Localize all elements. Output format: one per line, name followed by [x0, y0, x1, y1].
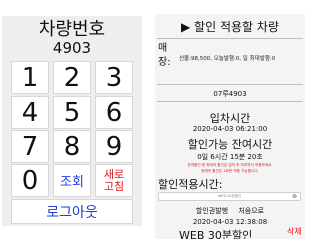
lookup-button[interactable]: 조회	[53, 164, 91, 197]
key-0[interactable]: 0	[11, 164, 49, 197]
discount-select-input[interactable]: WEB 30분할인 ⊗	[158, 192, 301, 201]
refresh-button[interactable]: 새로 고침	[95, 164, 133, 197]
applied-list-header: 할인권발행 처음으로	[155, 206, 305, 216]
refresh-label-line1: 새로	[103, 167, 125, 181]
go-first-link[interactable]: 처음으로	[238, 207, 264, 215]
key-7[interactable]: 7	[11, 130, 49, 163]
apply-time-label: 할인적용시간:	[158, 178, 223, 191]
store-info: 선불:98,500, 오늘발행:0, 일 최대발행:0	[179, 56, 276, 62]
plate-number-display: 4903	[52, 39, 92, 57]
key-9[interactable]: 9	[95, 130, 133, 163]
divider	[157, 101, 303, 102]
warning-note: 현재의 할인은 1회만 적용 가능합니다.	[201, 169, 259, 173]
issue-coupon-link[interactable]: 할인권발행	[196, 207, 228, 215]
delete-button[interactable]: 삭제	[287, 226, 302, 237]
key-4[interactable]: 4	[11, 96, 49, 129]
refresh-label-line2: 고침	[103, 179, 125, 193]
key-5[interactable]: 5	[53, 96, 91, 129]
clear-icon[interactable]: ⊗	[292, 193, 297, 200]
keypad-title: 차량번호	[38, 19, 106, 40]
entry-time-value: 2020-04-03 06:21:00	[192, 125, 268, 133]
vehicle-plate: 07루4903	[213, 90, 247, 98]
discount-header: ▶ 할인 적용할 차량	[181, 19, 279, 34]
warning-note: 잔여할인 중 최대의 할인은 입차 후 하루까지 적용하세요.	[187, 163, 273, 167]
logout-button[interactable]: 로그아웃	[11, 199, 133, 224]
divider	[157, 38, 303, 39]
divider	[157, 84, 303, 85]
key-8[interactable]: 8	[53, 130, 91, 163]
applied-discount-name: WEB 30분할인	[179, 229, 253, 239]
discount-select-placeholder: WEB 30분할인	[217, 194, 242, 198]
applied-time: 2020-04-03 12:38:08	[192, 218, 268, 226]
keypad-panel: 차량번호 4903 1 2 3 4 5 6 7 8 9 0 조회 새로 고침 로…	[2, 16, 142, 226]
key-6[interactable]: 6	[95, 96, 133, 129]
key-2[interactable]: 2	[53, 61, 91, 94]
key-3[interactable]: 3	[95, 61, 133, 94]
remaining-time-value: 0일 6시간 15분 20초	[197, 153, 263, 161]
store-label: 매장:	[158, 43, 171, 68]
remaining-time-label: 할인가능 잔여시간	[187, 138, 273, 151]
discount-panel: ▶ 할인 적용할 차량 매장: 선불:98,500, 오늘발행:0, 일 최대발…	[155, 14, 305, 239]
key-1[interactable]: 1	[11, 61, 49, 94]
entry-time-label: 입차시간	[209, 112, 251, 125]
